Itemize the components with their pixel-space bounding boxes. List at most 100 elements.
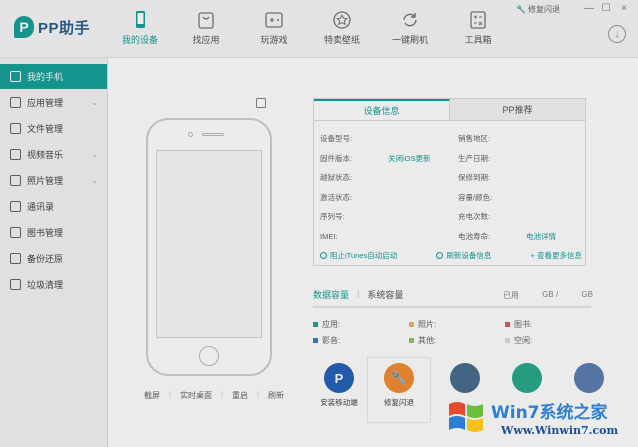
nav-tab-games[interactable]: 玩游戏: [246, 10, 302, 50]
tab-system-capacity[interactable]: 系统容量: [367, 288, 403, 301]
star-icon: [333, 11, 351, 29]
video-icon: [10, 149, 21, 160]
info-tabs: 设备信息 PP推荐: [314, 99, 585, 121]
toolbox-icon: [470, 11, 486, 29]
legend-item: 空闲:: [505, 335, 601, 346]
info-key: 容量/颜色:: [458, 192, 493, 202]
legend-label: 其他:: [418, 335, 437, 345]
watermark: Win7系统之家 Www.Winwin7.com: [445, 392, 635, 444]
storage-total-unit: GB: [581, 290, 593, 299]
legend-item: 影音:: [313, 335, 409, 346]
wrench-icon: 🔧: [384, 363, 414, 393]
info-row: 越狱状态: 保修到期:: [320, 168, 582, 188]
restart-button[interactable]: 重启: [232, 390, 248, 401]
disable-ios-update-link[interactable]: 关闭iOS更新: [388, 153, 458, 164]
divider: |: [220, 390, 224, 399]
sidebar-item-books[interactable]: 图书管理: [0, 220, 107, 245]
legend-label: 图书:: [514, 319, 533, 329]
close-button[interactable]: ×: [617, 3, 631, 15]
nav-tab-my-device[interactable]: 我的设备: [112, 10, 168, 50]
refresh-device-info-link[interactable]: 刷新设备信息: [436, 250, 491, 261]
info-key: 充电次数:: [458, 212, 491, 222]
book-icon: [10, 227, 21, 238]
apple-icon: [450, 363, 480, 393]
sidebar-item-label: 我的手机: [27, 72, 64, 82]
info-key: 销售地区:: [458, 134, 491, 144]
install-mobile-app-button[interactable]: P 安装移动端: [308, 358, 370, 408]
storage-used-unit: GB /: [542, 290, 559, 299]
sidebar-item-label: 备份还原: [27, 254, 64, 264]
fix-crash-link[interactable]: 🔧 修复闪退: [516, 4, 560, 15]
sidebar-item-backup[interactable]: 备份还原: [0, 246, 107, 271]
sidebar-item-photos[interactable]: 照片管理 ⌄: [0, 168, 107, 193]
block-itunes-toggle[interactable]: 阻止iTunes自动启动: [320, 250, 397, 261]
legend-item: 应用:: [313, 319, 409, 330]
legend-swatch: [409, 321, 414, 327]
sidebar-item-label: 通讯录: [27, 202, 55, 212]
watermark-url: Www.Winwin7.com: [501, 424, 619, 437]
screenshot-button[interactable]: 截屏: [144, 390, 160, 401]
sidebar-item-media[interactable]: 视频音乐 ⌄: [0, 142, 107, 167]
sidebar-item-label: 文件管理: [27, 124, 64, 134]
device-screen: [156, 150, 262, 338]
info-key: 设备型号:: [320, 134, 353, 144]
legend-label: 应用:: [322, 319, 341, 329]
battery-details-link[interactable]: 电池详情: [526, 231, 556, 242]
tab-device-info[interactable]: 设备信息: [314, 99, 450, 120]
nav-tab-label: 一键刷机: [391, 35, 428, 45]
sidebar-item-cleanup[interactable]: 垃圾清理: [0, 272, 107, 297]
tab-pp-recommend[interactable]: PP推荐: [450, 99, 585, 120]
info-key: 越狱状态:: [320, 173, 353, 183]
edit-icon[interactable]: [256, 98, 266, 108]
live-desktop-button[interactable]: 实时桌面: [180, 390, 212, 401]
nav-tab-wallpapers[interactable]: 特卖壁纸: [314, 10, 370, 50]
phone-actions: 截屏 | 实时桌面 | 重启 | 刷新: [144, 390, 284, 401]
info-footer: 阻止iTunes自动启动 刷新设备信息 + 查看更多信息: [320, 250, 582, 261]
apps-icon: [10, 97, 21, 108]
sidebar-item-apps[interactable]: 应用管理 ⌄: [0, 90, 107, 115]
storage-bar: [313, 306, 591, 308]
legend-label: 影音:: [322, 335, 341, 345]
info-key: 保修到期:: [458, 173, 491, 183]
sidebar: 我的手机 应用管理 ⌄ 文件管理 视频音乐 ⌄ 照片管理 ⌄ 通讯录 图书管理 …: [0, 58, 108, 447]
info-grid: 设备型号: 销售地区: 固件版本: 关闭iOS更新 生产日期: 越狱状态: 保修…: [320, 129, 582, 246]
storage-tabs: 数据容量 | 系统容量: [313, 288, 403, 301]
sidebar-item-my-phone[interactable]: 我的手机: [0, 64, 107, 89]
sidebar-item-label: 视频音乐: [27, 150, 64, 160]
storage-used-label: 已用: [503, 291, 519, 300]
chevron-down-icon: ⌄: [91, 150, 98, 159]
legend-label: 空闲:: [514, 335, 533, 345]
maximize-button[interactable]: ☐: [599, 3, 613, 15]
bag-icon: [198, 12, 214, 29]
app-logo: P PP助手: [14, 16, 90, 38]
info-row: 固件版本: 关闭iOS更新 生产日期:: [320, 149, 582, 169]
legend-item: 照片:: [409, 319, 505, 330]
minimize-button[interactable]: —: [582, 3, 596, 15]
app-label: 修复闪退: [384, 398, 414, 407]
logo-text: PP助手: [38, 19, 91, 37]
more-info-link[interactable]: + 查看更多信息: [531, 250, 582, 261]
pp-logo-icon: P: [14, 16, 34, 38]
chevron-down-icon: ⌄: [91, 176, 98, 185]
sidebar-item-contacts[interactable]: 通讯录: [0, 194, 107, 219]
app-label: 安装移动端: [320, 398, 358, 407]
legend-swatch: [313, 337, 318, 343]
sidebar-item-label: 图书管理: [27, 228, 64, 238]
nav-tab-flash[interactable]: 一键刷机: [382, 10, 438, 50]
refresh-button[interactable]: 刷新: [268, 390, 284, 401]
sidebar-item-label: 照片管理: [27, 176, 64, 186]
tab-data-capacity[interactable]: 数据容量: [313, 288, 349, 301]
fix-crash-button[interactable]: 🔧 修复闪退: [368, 358, 430, 422]
camera-icon: [188, 132, 193, 137]
download-icon[interactable]: ↓: [608, 25, 626, 43]
sidebar-item-files[interactable]: 文件管理: [0, 116, 107, 141]
sidebar-item-label: 垃圾清理: [27, 280, 64, 290]
phone-icon: [10, 71, 21, 82]
speaker-icon: [202, 133, 224, 136]
windows-logo-icon: [449, 402, 483, 432]
refresh-device-info-label: 刷新设备信息: [446, 251, 492, 260]
nav-tab-find-apps[interactable]: 找应用: [178, 10, 234, 50]
legend-row: 应用: 照片: 图书:: [313, 316, 603, 332]
nav-tab-toolbox[interactable]: 工具箱: [450, 10, 506, 50]
divider: |: [168, 390, 172, 399]
